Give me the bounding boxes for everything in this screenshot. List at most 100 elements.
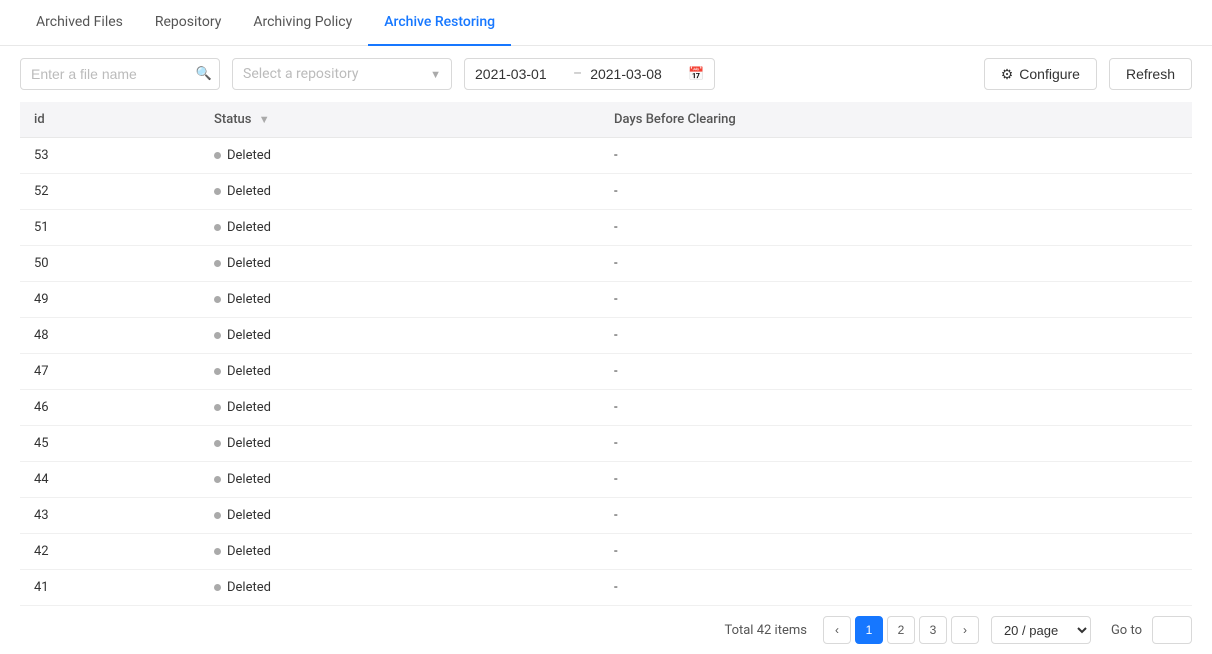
cell-days: - [600, 246, 1192, 282]
tab-archive-restoring[interactable]: Archive Restoring [368, 0, 511, 46]
status-dot [214, 332, 221, 339]
chevron-down-icon: ▼ [430, 68, 441, 81]
cell-days: - [600, 498, 1192, 534]
date-range-picker[interactable]: – 📅 [464, 58, 715, 90]
cell-id: 43 [20, 498, 200, 534]
page-1-button[interactable]: 1 [855, 616, 883, 644]
page-2-button[interactable]: 2 [887, 616, 915, 644]
cell-id: 51 [20, 210, 200, 246]
status-text: Deleted [227, 256, 271, 271]
status-dot [214, 512, 221, 519]
status-dot [214, 296, 221, 303]
col-header-days: Days Before Clearing [600, 102, 1192, 138]
page-3-button[interactable]: 3 [919, 616, 947, 644]
refresh-button[interactable]: Refresh [1109, 58, 1192, 90]
search-input[interactable] [20, 58, 220, 90]
status-text: Deleted [227, 184, 271, 199]
table-row: 53Deleted- [20, 138, 1192, 174]
cell-status: Deleted [200, 282, 600, 318]
status-dot [214, 368, 221, 375]
cell-id: 49 [20, 282, 200, 318]
status-text: Deleted [227, 328, 271, 343]
cell-id: 47 [20, 354, 200, 390]
cell-status: Deleted [200, 246, 600, 282]
status-text: Deleted [227, 508, 271, 523]
cell-id: 44 [20, 462, 200, 498]
table-row: 42 Deleted - [20, 534, 1192, 570]
table-row: 49Deleted- [20, 282, 1192, 318]
date-start-input[interactable] [475, 66, 565, 82]
cell-days: - [600, 210, 1192, 246]
status-text: Deleted [227, 148, 271, 163]
col-header-status: Status ▼ [200, 102, 600, 138]
cell-id: 41 [20, 570, 200, 606]
total-items-label: Total 42 items [724, 623, 807, 638]
nav-tabs: Archived Files Repository Archiving Poli… [0, 0, 1212, 46]
cell-id: 50 [20, 246, 200, 282]
status-text: Deleted [227, 220, 271, 235]
table-row: 45Deleted- [20, 426, 1192, 462]
date-end-input[interactable] [590, 66, 680, 82]
status-text: Deleted [227, 580, 271, 595]
cell-id: 46 [20, 390, 200, 426]
table-row: 41 Deleted - [20, 570, 1192, 606]
status-text: Deleted [227, 472, 271, 487]
data-table: id Status ▼ Days Before Clearing 53 Delet… [20, 102, 1192, 606]
cell-status: Deleted [200, 534, 600, 570]
cell-status: Deleted [200, 498, 600, 534]
toolbar: 🔍 Select a repository ▼ – 📅 ⚙ Configure … [0, 46, 1212, 102]
cell-status: Deleted [200, 210, 600, 246]
cell-days: - [600, 462, 1192, 498]
cell-days: - [600, 174, 1192, 210]
status-dot [214, 404, 221, 411]
status-dot [214, 224, 221, 231]
status-dot [214, 152, 221, 159]
table-row: 44 Deleted - [20, 462, 1192, 498]
repository-select[interactable]: Select a repository ▼ [232, 58, 452, 90]
page-size-select[interactable]: 20 / page 50 / page 100 / page [991, 616, 1091, 644]
goto-input[interactable] [1152, 616, 1192, 644]
status-dot [214, 584, 221, 591]
cell-days: - [600, 318, 1192, 354]
cell-days: - [600, 534, 1192, 570]
status-dot [214, 548, 221, 555]
table-row: 48Deleted- [20, 318, 1192, 354]
tab-archiving-policy[interactable]: Archiving Policy [237, 0, 368, 46]
status-dot [214, 476, 221, 483]
table-row: 52 Deleted - [20, 174, 1192, 210]
cell-days: - [600, 354, 1192, 390]
status-text: Deleted [227, 544, 271, 559]
status-dot [214, 188, 221, 195]
date-separator: – [573, 66, 582, 82]
table-row: 46Deleted- [20, 390, 1192, 426]
cell-id: 53 [20, 138, 200, 174]
tab-archived-files[interactable]: Archived Files [20, 0, 139, 46]
search-icon: 🔍 [196, 67, 212, 82]
cell-status: Deleted [200, 426, 600, 462]
search-input-wrap: 🔍 [20, 58, 220, 90]
status-text: Deleted [227, 400, 271, 415]
cell-days: - [600, 570, 1192, 606]
cell-status: Deleted [200, 354, 600, 390]
gear-icon: ⚙ [1001, 66, 1014, 83]
table-row: 51 Deleted - [20, 210, 1192, 246]
table-row: 43 Deleted - [20, 498, 1192, 534]
col-header-id: id [20, 102, 200, 138]
calendar-icon: 📅 [688, 67, 704, 82]
status-dot [214, 440, 221, 447]
configure-button[interactable]: ⚙ Configure [984, 58, 1097, 90]
filter-icon[interactable]: ▼ [259, 113, 270, 126]
tab-repository[interactable]: Repository [139, 0, 237, 46]
next-page-button[interactable]: › [951, 616, 979, 644]
cell-id: 52 [20, 174, 200, 210]
status-text: Deleted [227, 292, 271, 307]
cell-id: 42 [20, 534, 200, 570]
table-header-row: id Status ▼ Days Before Clearing [20, 102, 1192, 138]
pagination: Total 42 items ‹ 1 2 3 › 20 / page 50 / … [0, 606, 1212, 654]
table-row: 50 Deleted - [20, 246, 1192, 282]
cell-status: Deleted [200, 390, 600, 426]
table-row: 47Deleted- [20, 354, 1192, 390]
cell-status: Deleted [200, 570, 600, 606]
cell-days: - [600, 426, 1192, 462]
prev-page-button[interactable]: ‹ [823, 616, 851, 644]
